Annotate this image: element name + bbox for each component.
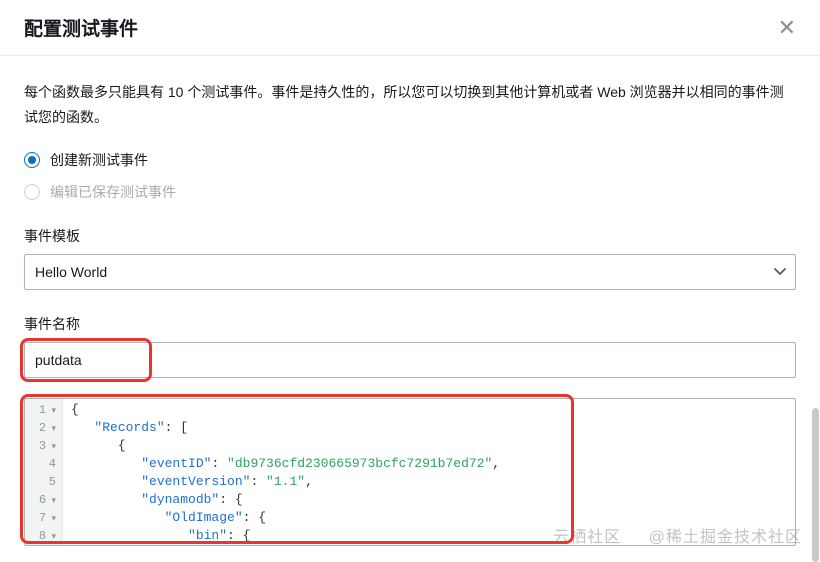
code-editor-wrap: 1 ▾2 ▾3 ▾456 ▾7 ▾8 ▾ { "Records": [ { "e… bbox=[24, 398, 796, 546]
code-gutter: 1 ▾2 ▾3 ▾456 ▾7 ▾8 ▾ bbox=[25, 399, 63, 545]
event-name-label: 事件名称 bbox=[24, 314, 796, 334]
radio-create-new[interactable]: 创建新测试事件 bbox=[24, 150, 796, 170]
event-name-input[interactable] bbox=[24, 342, 796, 378]
radio-edit-saved[interactable]: 编辑已保存测试事件 bbox=[24, 182, 796, 202]
event-template-select[interactable]: Hello World bbox=[24, 254, 796, 290]
radio-group: 创建新测试事件 编辑已保存测试事件 bbox=[24, 150, 796, 202]
event-template-label: 事件模板 bbox=[24, 226, 796, 246]
event-name-wrap bbox=[24, 342, 796, 378]
radio-label: 创建新测试事件 bbox=[50, 150, 148, 170]
modal-title: 配置测试事件 bbox=[24, 14, 138, 41]
code-editor[interactable]: 1 ▾2 ▾3 ▾456 ▾7 ▾8 ▾ { "Records": [ { "e… bbox=[24, 398, 796, 546]
modal-body: 每个函数最多只能具有 10 个测试事件。事件是持久性的，所以您可以切换到其他计算… bbox=[0, 56, 820, 546]
scrollbar-track[interactable] bbox=[812, 66, 820, 546]
modal-header: 配置测试事件 ✕ bbox=[0, 0, 820, 56]
scrollbar-thumb[interactable] bbox=[812, 408, 819, 562]
close-icon[interactable]: ✕ bbox=[778, 17, 796, 39]
radio-label: 编辑已保存测试事件 bbox=[50, 182, 176, 202]
code-content[interactable]: { "Records": [ { "eventID": "db9736cfd23… bbox=[63, 399, 795, 545]
select-value: Hello World bbox=[35, 264, 107, 280]
radio-icon bbox=[24, 152, 40, 168]
intro-text: 每个函数最多只能具有 10 个测试事件。事件是持久性的，所以您可以切换到其他计算… bbox=[24, 80, 796, 130]
radio-icon bbox=[24, 184, 40, 200]
event-template-select-wrap: Hello World bbox=[24, 254, 796, 290]
